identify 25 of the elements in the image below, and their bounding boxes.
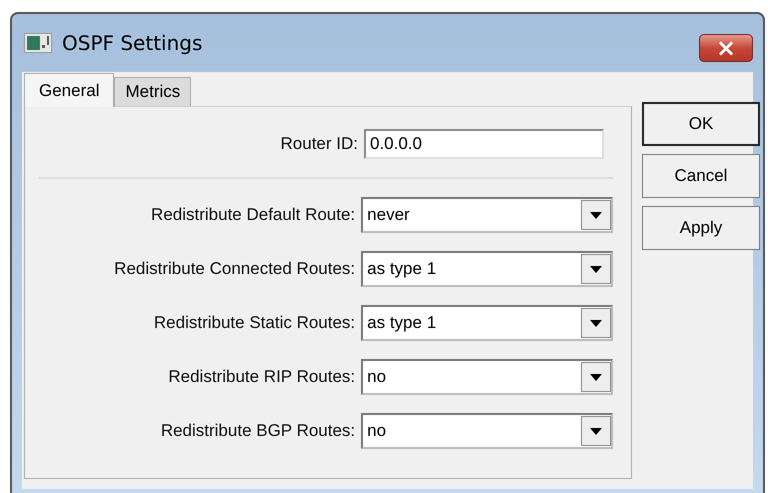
dialog-button[interactable]: Cancel (642, 154, 760, 198)
dropdown-arrow-icon[interactable] (590, 266, 602, 272)
dropdown[interactable]: no (361, 359, 613, 395)
input-field[interactable]: 0.0.0.0 (364, 129, 604, 159)
dropdown-arrow-icon[interactable] (590, 374, 602, 380)
dropdown-arrow-icon[interactable] (590, 428, 602, 434)
window-title: OSPF Settings (62, 31, 202, 55)
window-icon (24, 33, 52, 53)
dialog-button[interactable]: OK (642, 102, 760, 146)
dialog-button[interactable]: Apply (642, 206, 760, 250)
dropdown-arrow-icon[interactable] (590, 212, 602, 218)
dropdown[interactable]: as type 1 (361, 251, 613, 287)
dropdown[interactable]: no (361, 413, 613, 449)
field-label: Redistribute RIP Routes: (167, 367, 356, 387)
field-label: Redistribute Default Route: (150, 205, 356, 225)
dropdown-arrow-icon[interactable] (590, 320, 602, 326)
dropdown[interactable]: never (361, 197, 613, 233)
tab[interactable]: Metrics (114, 77, 192, 106)
dropdown[interactable]: as type 1 (361, 305, 613, 341)
field-label: Redistribute Connected Routes: (113, 259, 356, 279)
field-label: Router ID: (280, 134, 358, 154)
tab[interactable]: General (24, 73, 114, 107)
field-label: Redistribute Static Routes: (152, 313, 356, 333)
close-button[interactable]: × (699, 34, 753, 62)
field-label: Redistribute BGP Routes: (160, 421, 356, 441)
